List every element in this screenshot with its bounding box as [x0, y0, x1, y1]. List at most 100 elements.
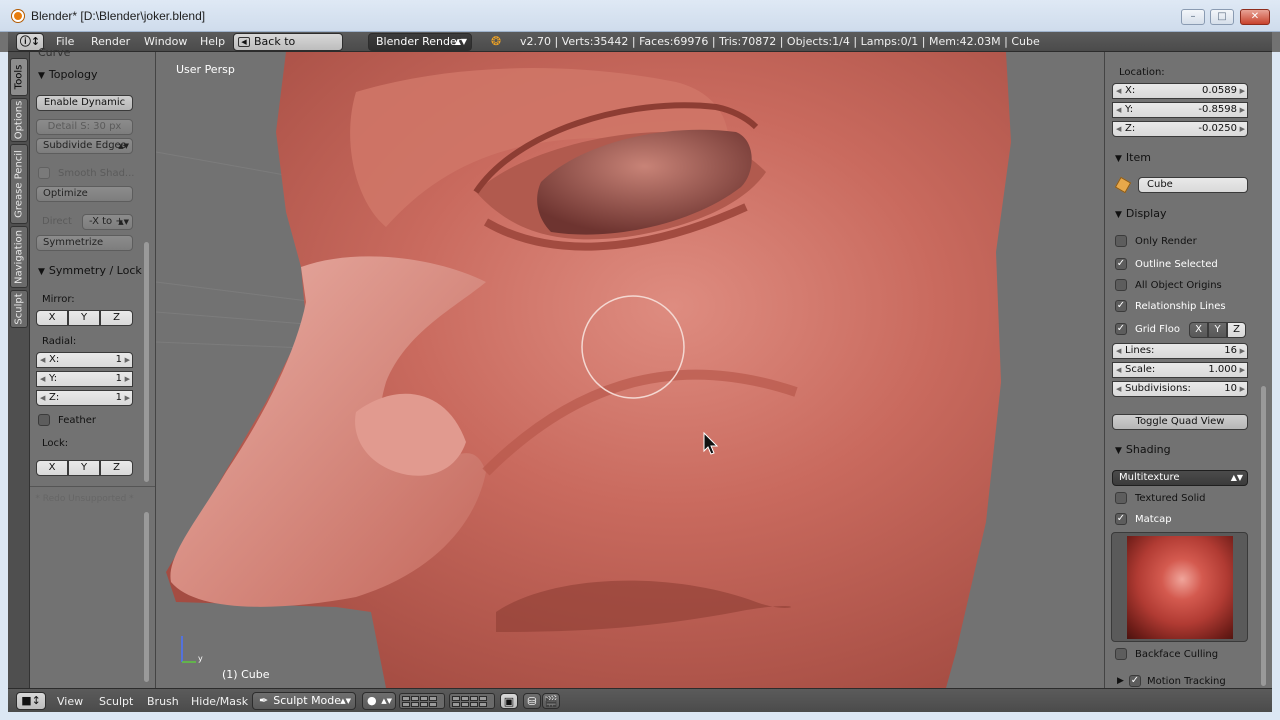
lock-z-toggle[interactable]: Z [100, 460, 133, 476]
location-y-value: -0.8598 [1198, 104, 1237, 115]
toggle-quad-view-button[interactable]: Toggle Quad View [1112, 414, 1248, 430]
detail-size-field[interactable]: Detail S: 30 px [36, 119, 133, 135]
redo-scrollbar[interactable] [144, 512, 149, 682]
grid-floor-checkbox[interactable]: ✓ [1115, 323, 1127, 335]
curve-panel-header[interactable]: Curve [32, 44, 154, 62]
location-z-label: Z: [1125, 123, 1136, 134]
mode-dropdown[interactable]: ✒ Sculpt Mode ▲▼ [252, 692, 356, 710]
item-name-field[interactable]: Cube [1138, 177, 1248, 193]
radial-z-field[interactable]: ◀ Z: 1 ▶ [36, 390, 133, 406]
outline-selected-checkbox[interactable]: ✓ [1115, 258, 1127, 270]
decrement-icon: ◀ [1116, 106, 1122, 114]
lock-x-toggle[interactable]: X [36, 460, 68, 476]
matcap-sphere-image [1127, 536, 1233, 639]
layer-grid-2[interactable] [449, 693, 495, 709]
feather-checkbox[interactable] [38, 414, 50, 426]
expand-triangle-icon: ▼ [1115, 210, 1122, 220]
expand-triangle-icon: ▼ [38, 267, 45, 277]
layer-grid-1[interactable] [399, 693, 445, 709]
backface-culling-label: Backface Culling [1135, 649, 1219, 660]
symmetry-panel-header[interactable]: ▼ Symmetry / Lock [32, 262, 154, 280]
minimize-button[interactable]: – [1181, 9, 1205, 25]
tab-sculpt[interactable]: Sculpt [10, 290, 28, 328]
back-to-previous-button[interactable]: ◀Back to Previous [233, 33, 343, 64]
tab-grease-pencil[interactable]: Grease Pencil [10, 144, 28, 224]
topology-panel-header[interactable]: ▼ Topology [32, 66, 154, 84]
render-animation-icon[interactable]: 🎬 [542, 693, 560, 709]
only-render-checkbox[interactable] [1115, 235, 1127, 247]
item-panel-header[interactable]: ▼ Item [1109, 149, 1265, 167]
all-object-origins-checkbox[interactable] [1115, 279, 1127, 291]
grid-scale-field[interactable]: ◀ Scale: 1.000 ▶ [1112, 362, 1248, 378]
menu-brush[interactable]: Brush [147, 695, 179, 708]
dropdown-arrows-icon: ▲▼ [340, 697, 351, 705]
grid-scale-value: 1.000 [1208, 364, 1237, 375]
decrement-icon: ◀ [40, 394, 46, 402]
grid-axis-x-toggle[interactable]: X [1189, 322, 1208, 338]
tab-tools[interactable]: Tools [10, 58, 28, 96]
textured-solid-checkbox[interactable] [1115, 492, 1127, 504]
decrement-icon: ◀ [1116, 385, 1122, 393]
tab-options[interactable]: Options [10, 98, 28, 142]
grid-axis-y-toggle[interactable]: Y [1208, 322, 1227, 338]
optimize-button[interactable]: Optimize [36, 186, 133, 202]
render-engine-label: Blender Render [376, 35, 462, 48]
shading-mode-dropdown[interactable]: Multitexture ▲▼ [1112, 470, 1248, 486]
location-z-field[interactable]: ◀ Z: -0.0250 ▶ [1112, 121, 1248, 137]
mirror-z-toggle[interactable]: Z [100, 310, 133, 326]
mirror-x-toggle[interactable]: X [36, 310, 68, 326]
location-y-field[interactable]: ◀ Y: -0.8598 ▶ [1112, 102, 1248, 118]
mirror-label: Mirror: [42, 294, 75, 305]
radial-x-label: X: [49, 354, 60, 365]
radial-y-label: Y: [49, 373, 58, 384]
grid-lines-field[interactable]: ◀ Lines: 16 ▶ [1112, 343, 1248, 359]
decrement-icon: ◀ [1116, 87, 1122, 95]
viewport-header: ■↕ View Sculpt Brush Hide/Mask ✒ Sculpt M… [8, 688, 1272, 712]
subdivide-edges-dropdown[interactable]: Subdivide Edges ▲▼ [36, 138, 133, 154]
grid-axis-z-toggle[interactable]: Z [1227, 322, 1246, 338]
radial-x-field[interactable]: ◀ X: 1 ▶ [36, 352, 133, 368]
symmetrize-button[interactable]: Symmetrize [36, 235, 133, 251]
window-frame-left [0, 52, 8, 720]
radial-y-field[interactable]: ◀ Y: 1 ▶ [36, 371, 133, 387]
menu-sculpt[interactable]: Sculpt [99, 695, 133, 708]
direction-dropdown[interactable]: -X to + ▲▼ [82, 214, 133, 230]
expand-triangle-icon: ▼ [38, 71, 45, 81]
menu-help[interactable]: Help [200, 35, 225, 48]
3d-viewport[interactable]: User Persp y (1) Cube [156, 52, 1104, 688]
tab-navigation[interactable]: Navigation [10, 226, 28, 288]
dropdown-arrows-icon: ▲▼ [454, 37, 467, 46]
feather-label: Feather [58, 415, 97, 426]
matcap-checkbox[interactable]: ✓ [1115, 513, 1127, 525]
render-image-icon[interactable]: ⛁ [523, 693, 541, 709]
symmetry-label: Symmetry / Lock [48, 264, 142, 277]
lock-y-toggle[interactable]: Y [68, 460, 100, 476]
shading-panel-header[interactable]: ▼ Shading [1109, 441, 1265, 459]
maximize-button[interactable]: □ [1210, 9, 1234, 25]
scene-stats: v2.70 | Verts:35442 | Faces:69976 | Tris… [520, 35, 1040, 48]
matcap-preview[interactable] [1111, 532, 1248, 642]
properties-scrollbar[interactable] [1261, 386, 1266, 686]
menu-view[interactable]: View [57, 695, 83, 708]
enable-dynamic-button[interactable]: Enable Dynamic [36, 95, 133, 111]
tool-shelf-scrollbar[interactable] [144, 242, 149, 482]
display-panel-header[interactable]: ▼ Display [1109, 205, 1265, 223]
close-button[interactable]: ✕ [1240, 9, 1270, 25]
backface-culling-checkbox[interactable] [1115, 648, 1127, 660]
editor-type-button[interactable]: ■↕ [16, 692, 46, 710]
grid-subdivisions-field[interactable]: ◀ Subdivisions: 10 ▶ [1112, 381, 1248, 397]
tab-grease-pencil-label: Grease Pencil [13, 150, 25, 218]
location-x-field[interactable]: ◀ X: 0.0589 ▶ [1112, 83, 1248, 99]
render-engine-dropdown[interactable]: Blender Render ▲▼ [368, 33, 472, 51]
relationship-lines-checkbox[interactable]: ✓ [1115, 300, 1127, 312]
grid-scale-label: Scale: [1125, 364, 1156, 375]
smooth-shading-checkbox[interactable] [38, 167, 50, 179]
lock-camera-icon[interactable]: ▣ [500, 693, 518, 709]
radial-z-value: 1 [115, 392, 122, 403]
menu-hide-mask[interactable]: Hide/Mask [191, 695, 248, 708]
axis-y-label: y [198, 654, 203, 663]
mirror-y-toggle[interactable]: Y [68, 310, 100, 326]
motion-tracking-checkbox[interactable]: ✓ [1129, 675, 1141, 687]
info-header: ⓘ↕ File Render Window Help ◀Back to Prev… [8, 32, 1272, 64]
viewport-shading-dropdown[interactable]: ● ▲▼ [362, 692, 396, 710]
